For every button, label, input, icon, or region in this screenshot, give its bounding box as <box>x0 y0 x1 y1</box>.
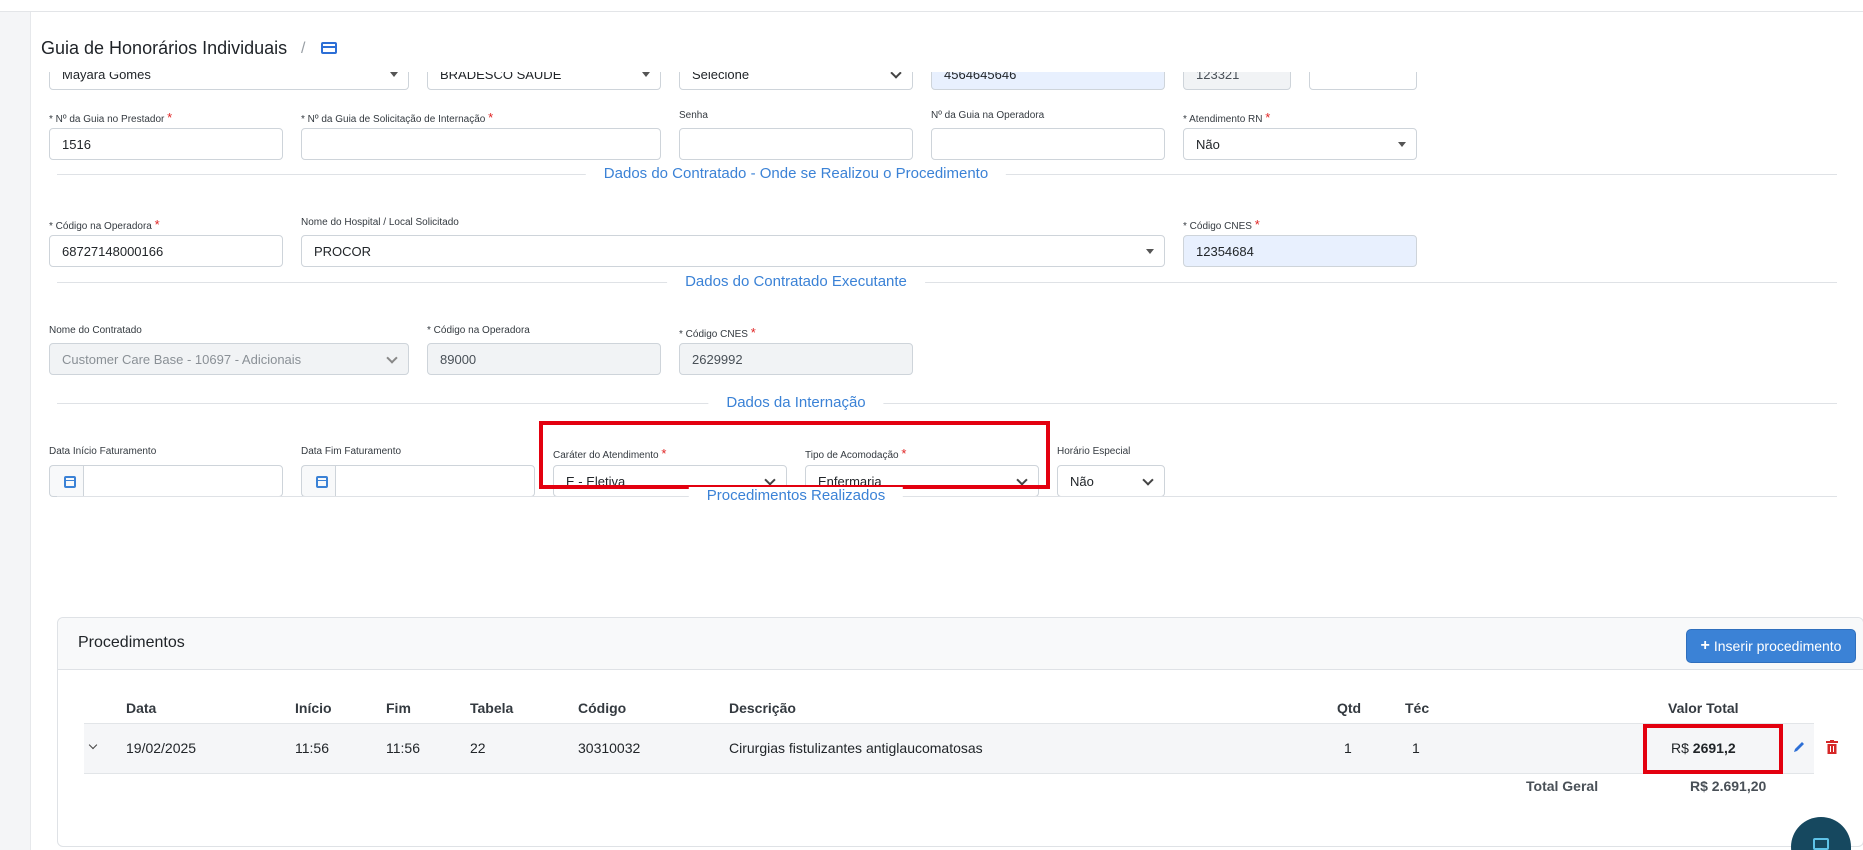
section-title-internacao: Dados da Internação <box>708 394 884 411</box>
plus-icon: + <box>1700 637 1710 654</box>
cell-descricao: Cirurgias fistulizantes antiglaucomatosa… <box>729 740 983 756</box>
guia-prestador-label: * Nº da Guia no Prestador * <box>49 110 173 125</box>
exec-codigo-operadora-value: 89000 <box>440 351 477 367</box>
horario-select[interactable]: Não <box>1057 465 1165 497</box>
nome-contratado-label: Nome do Contratado <box>49 325 142 336</box>
guia-solicitacao-label: * Nº da Guia de Solicitação de Internaçã… <box>301 110 494 125</box>
guia-operadora-label: Nº da Guia na Operadora <box>931 110 1045 121</box>
chevron-down-icon <box>642 72 650 77</box>
col-header-codigo: Código <box>578 700 627 716</box>
guia-operadora-input[interactable] <box>931 128 1165 160</box>
exec-cnes-label: * Código CNES * <box>679 325 756 340</box>
section-divider <box>57 403 1837 404</box>
col-header-tec: Téc <box>1405 700 1430 716</box>
guia-prestador-input[interactable]: 1516 <box>49 128 283 160</box>
horario-label: Horário Especial <box>1057 446 1131 457</box>
required-mark: * <box>154 217 160 232</box>
senha-input[interactable] <box>679 128 913 160</box>
cnes-value: 12354684 <box>1196 243 1254 259</box>
col-header-inicio: Início <box>295 700 332 716</box>
data-inicio-input[interactable] <box>83 465 283 497</box>
nome-contratado-select[interactable]: Customer Care Base - 10697 - Adicionais <box>49 343 409 375</box>
section-title-procedimentos: Procedimentos Realizados <box>688 487 904 504</box>
required-mark: * <box>167 110 173 125</box>
cell-codigo: 30310032 <box>578 740 641 756</box>
atendimento-rn-select[interactable]: Não <box>1183 128 1417 160</box>
form-area: Mayara Gomes BRADESCO SAÚDE Selecione 45… <box>31 12 1863 850</box>
section-title-contratado: Dados do Contratado - Onde se Realizou o… <box>585 165 1007 182</box>
procedures-card-header: Procedimentos + Inserir procedimento <box>58 618 1863 670</box>
required-mark: * <box>1265 110 1271 125</box>
breadcrumb-separator: / <box>301 40 306 57</box>
exec-cnes-value: 2629992 <box>692 351 743 367</box>
chat-icon <box>1813 838 1829 850</box>
cell-tabela: 22 <box>470 740 486 756</box>
highlight-box-valor <box>1643 724 1783 774</box>
hospital-value: PROCOR <box>314 243 372 259</box>
chevron-down-icon <box>1398 142 1406 147</box>
page-title: Guia de Honorários Individuais <box>41 38 288 58</box>
procedures-card-title: Procedimentos <box>78 634 185 651</box>
section-divider <box>57 282 1837 283</box>
procedures-card: Procedimentos + Inserir procedimento Dat… <box>57 617 1863 847</box>
chevron-down-icon <box>1146 249 1154 254</box>
col-header-fim: Fim <box>386 700 411 716</box>
horario-value: Não <box>1070 473 1094 489</box>
codigo-operadora-label: * Código na Operadora * <box>49 217 160 232</box>
exec-codigo-operadora-label: * Código na Operadora <box>427 325 530 336</box>
insert-procedure-button[interactable]: + Inserir procedimento <box>1686 629 1856 663</box>
calendar-icon <box>316 476 328 488</box>
total-value: R$ 2.691,20 <box>1690 778 1767 794</box>
required-mark: * <box>1254 217 1260 232</box>
chevron-down-icon <box>390 72 398 77</box>
cell-inicio: 11:56 <box>295 740 329 756</box>
hospital-select[interactable]: PROCOR <box>301 235 1165 267</box>
cell-fim: 11:56 <box>386 740 420 756</box>
col-header-descricao: Descrição <box>729 700 796 716</box>
calendar-icon <box>64 476 76 488</box>
chevron-down-icon <box>386 352 398 364</box>
cell-tec: 1 <box>1412 740 1420 756</box>
card-icon[interactable] <box>321 42 337 54</box>
cell-qtd: 1 <box>1344 740 1352 756</box>
section-divider <box>57 496 1837 497</box>
senha-label: Senha <box>679 110 708 121</box>
guia-prestador-value: 1516 <box>62 136 91 152</box>
hospital-label: Nome do Hospital / Local Solicitado <box>301 217 459 228</box>
pencil-icon[interactable] <box>1792 740 1806 754</box>
total-label: Total Geral <box>1526 778 1599 794</box>
atendimento-rn-label: * Atendimento RN * <box>1183 110 1271 125</box>
data-inicio-label: Data Início Faturamento <box>49 446 157 457</box>
col-header-valor: Valor Total <box>1668 700 1739 716</box>
atendimento-rn-value: Não <box>1196 136 1220 152</box>
guia-solicitacao-input[interactable] <box>301 128 661 160</box>
insert-procedure-label: Inserir procedimento <box>1713 638 1842 654</box>
section-title-executante: Dados do Contratado Executante <box>667 273 925 290</box>
nome-contratado-value: Customer Care Base - 10697 - Adicionais <box>62 351 302 367</box>
top-bar <box>0 0 1863 12</box>
cnes-label: * Código CNES * <box>1183 217 1260 232</box>
exec-cnes-input[interactable]: 2629992 <box>679 343 913 375</box>
col-header-data: Data <box>126 700 157 716</box>
required-mark: * <box>750 325 756 340</box>
trash-icon[interactable] <box>1826 740 1838 754</box>
chevron-down-icon <box>1142 474 1154 486</box>
exec-codigo-operadora-input[interactable]: 89000 <box>427 343 661 375</box>
col-header-tabela: Tabela <box>470 700 514 716</box>
highlight-box-internacao <box>539 421 1050 489</box>
col-header-qtd: Qtd <box>1337 700 1362 716</box>
cnes-input[interactable]: 12354684 <box>1183 235 1417 267</box>
data-fim-label: Data Fim Faturamento <box>301 446 402 457</box>
page-header: Guia de Honorários Individuais / <box>31 12 1863 72</box>
main-page: Mayara Gomes BRADESCO SAÚDE Selecione 45… <box>30 12 1863 850</box>
data-fim-input[interactable] <box>335 465 535 497</box>
codigo-operadora-input[interactable]: 68727148000166 <box>49 235 283 267</box>
cell-data: 19/02/2025 <box>126 740 197 756</box>
required-mark: * <box>488 110 494 125</box>
codigo-operadora-value: 68727148000166 <box>62 243 164 259</box>
